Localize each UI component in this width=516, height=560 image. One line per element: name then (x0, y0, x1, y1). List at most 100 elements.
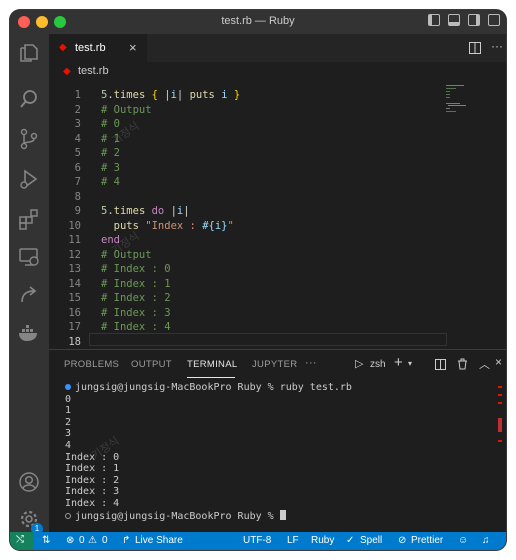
line-number: 14 (68, 277, 81, 290)
toggle-panel-icon[interactable] (448, 14, 460, 26)
search-icon[interactable] (18, 88, 40, 110)
toggle-sidebar-icon[interactable] (428, 14, 440, 26)
warnings-icon[interactable]: ⚠ (88, 535, 97, 546)
new-terminal-icon[interactable]: + (394, 354, 403, 371)
customize-layout-icon[interactable] (488, 14, 500, 26)
docker-icon[interactable] (18, 322, 40, 344)
title-bar: test.rb — Ruby (10, 10, 506, 34)
more-actions-icon[interactable]: ··· (491, 39, 503, 53)
code-line[interactable]: 16 # Index : 3 (49, 307, 449, 321)
code-line[interactable]: 10 puts "Index : #{i}" (49, 220, 449, 234)
code-token: # 2 (101, 147, 120, 159)
prompt-idle-icon (65, 512, 71, 519)
extensions-icon[interactable] (18, 208, 40, 230)
code-line[interactable]: 7 # 4 (49, 176, 449, 190)
code-token: # Index : 4 (101, 321, 171, 333)
minimap[interactable] (444, 82, 494, 122)
code-line[interactable]: 1 5.times { |i| puts i } (49, 89, 449, 103)
run-debug-icon[interactable] (18, 168, 40, 190)
code-line[interactable]: 6 # 3 (49, 162, 449, 176)
eol-button[interactable]: LF (287, 535, 299, 546)
code-text: # 2 (101, 147, 120, 159)
feedback-icon[interactable]: ☺ (458, 535, 468, 546)
terminal-line: jungsig@jungsig-MacBookPro Ruby % ruby t… (65, 382, 352, 394)
line-number: 12 (68, 248, 81, 261)
remote-explorer-icon[interactable] (18, 246, 40, 268)
terminal-line: Index : 3 (65, 486, 352, 498)
terminal-dropdown-icon[interactable]: ▾ (408, 359, 412, 368)
terminal-line: Index : 4 (65, 498, 352, 510)
line-number: 10 (68, 219, 81, 232)
warnings-count[interactable]: 0 (102, 535, 108, 546)
code-line[interactable]: 3 # 0 (49, 118, 449, 132)
language-mode-button[interactable]: Ruby (311, 535, 334, 546)
code-token: | (164, 205, 177, 217)
code-line[interactable]: 5 # 2 (49, 147, 449, 161)
code-text: 5.times do |i| (101, 205, 190, 217)
accounts-icon[interactable] (18, 471, 40, 493)
terminal-text: 0 (65, 393, 72, 405)
tab-output[interactable]: OUTPUT (131, 359, 172, 370)
terminal-text: Index : 4 (65, 497, 120, 509)
panel-more-icon[interactable]: ··· (305, 357, 317, 369)
tab-terminal[interactable]: TERMINAL (187, 359, 237, 370)
source-control-icon[interactable] (18, 128, 40, 150)
code-line[interactable]: 9 5.times do |i| (49, 205, 449, 219)
terminal-text: 3 (65, 428, 72, 440)
encoding-button[interactable]: UTF-8 (243, 535, 271, 546)
terminal-line: Index : 1 (65, 463, 352, 475)
line-number: 3 (74, 118, 81, 130)
sync-icon[interactable]: ⇅ (42, 535, 50, 546)
code-line[interactable]: 12 # Output (49, 249, 449, 263)
close-tab-icon[interactable]: × (129, 40, 137, 55)
errors-icon[interactable]: ⊗ (66, 535, 74, 546)
terminal-text: Index : 1 (65, 463, 120, 475)
terminal-text: 2 (65, 416, 72, 428)
tab-problems[interactable]: PROBLEMS (64, 359, 119, 370)
terminal-scrollbar[interactable] (498, 386, 502, 442)
vscode-window: test.rb — Ruby 1 ◆ test.rb × ··· ◆ test.… (10, 10, 506, 550)
code-token: "Index : (145, 219, 203, 232)
code-token: " (227, 219, 234, 232)
notifications-bell-icon[interactable]: ♫ (482, 535, 490, 546)
kill-terminal-icon[interactable] (457, 358, 468, 370)
split-terminal-icon[interactable] (435, 359, 446, 370)
code-token: # Index : 0 (101, 263, 171, 275)
split-editor-icon[interactable] (469, 42, 481, 54)
tab-jupyter[interactable]: JUPYTER (252, 359, 297, 370)
spell-icon[interactable]: ✓ (346, 535, 354, 546)
close-panel-icon[interactable]: × (495, 355, 502, 369)
terminal-shell-label[interactable]: zsh (370, 359, 386, 370)
line-number: 6 (74, 161, 81, 174)
code-line[interactable]: 14 # Index : 1 (49, 278, 449, 292)
code-token: times (113, 89, 146, 101)
remote-indicator[interactable]: ⤭ (10, 532, 34, 550)
breadcrumb-file[interactable]: test.rb (78, 65, 109, 77)
live-share-activity-icon[interactable] (18, 284, 40, 306)
prettier-button[interactable]: Prettier (411, 535, 443, 546)
code-token: | (176, 89, 190, 101)
errors-count[interactable]: 0 (79, 535, 85, 546)
code-token: | (157, 89, 171, 101)
maximize-panel-icon[interactable]: ︿ (479, 356, 490, 372)
code-line[interactable]: 15 # Index : 2 (49, 292, 449, 306)
command-success-icon[interactable] (65, 384, 71, 390)
code-editor[interactable]: 1 5.times { |i| puts i } 2 # Output 3 # 0 4 # 1… (49, 82, 506, 349)
code-text: # 3 (101, 162, 120, 174)
code-line[interactable]: 2 # Output (49, 104, 449, 118)
toggle-secondary-sidebar-icon[interactable] (468, 14, 480, 26)
tab-test-rb[interactable]: ◆ test.rb × (49, 34, 147, 62)
line-number: 16 (68, 306, 81, 319)
spell-button[interactable]: Spell (360, 535, 382, 546)
explorer-icon[interactable] (18, 42, 40, 64)
active-tab-indicator (187, 377, 235, 378)
prettier-icon[interactable]: ⊘ (398, 535, 406, 546)
ruby-file-icon: ◆ (63, 66, 71, 77)
code-line[interactable]: 13 # Index : 0 (49, 263, 449, 277)
code-line[interactable]: 8 (49, 191, 449, 205)
live-share-button[interactable]: Live Share (135, 535, 183, 546)
code-text: # Index : 3 (101, 307, 171, 319)
live-share-icon[interactable]: ↱ (122, 535, 130, 546)
line-number: 5 (74, 147, 81, 159)
